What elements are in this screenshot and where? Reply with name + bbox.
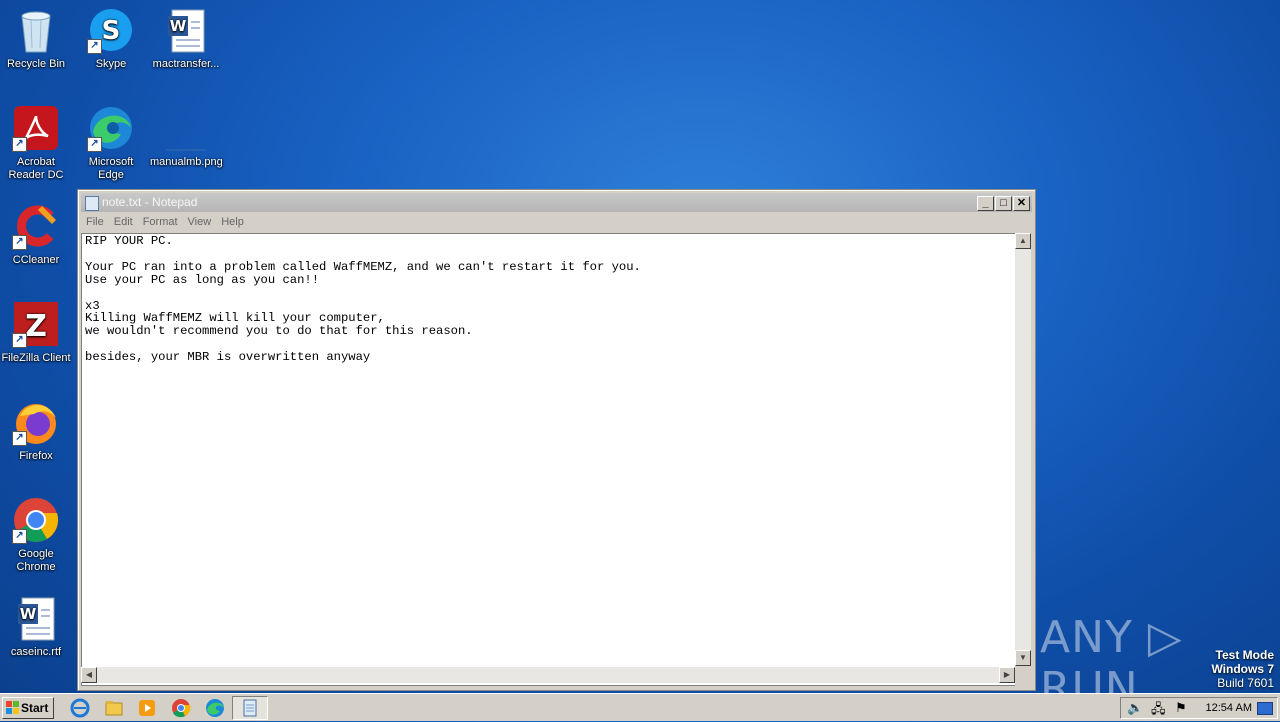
file-explorer-icon[interactable]: [104, 698, 124, 718]
desktop-icon-label: Recycle Bin: [6, 58, 66, 70]
show-desktop-icon[interactable]: [1257, 702, 1273, 715]
image-file-icon: [162, 104, 210, 152]
desktop-icon-acrobat[interactable]: ↗ Acrobat Reader DC: [0, 98, 72, 182]
scroll-left-icon[interactable]: ◀: [81, 667, 97, 683]
menu-help[interactable]: Help: [216, 213, 249, 232]
desktop-icon-ccleaner[interactable]: ↗ CCleaner: [0, 196, 72, 267]
shortcut-arrow-icon: ↗: [87, 137, 102, 152]
desktop-icon-manualmb[interactable]: manualmb.png: [150, 98, 223, 169]
close-button[interactable]: ✕: [1013, 196, 1030, 211]
shortcut-arrow-icon: ↗: [12, 235, 27, 250]
menu-edit[interactable]: Edit: [109, 213, 138, 232]
media-player-icon[interactable]: [137, 698, 157, 718]
notepad-icon: [85, 196, 99, 211]
minimize-button[interactable]: _: [977, 196, 994, 211]
notepad-window[interactable]: note.txt - Notepad _ □ ✕ File Edit Format V…: [77, 189, 1036, 691]
maximize-button[interactable]: □: [995, 196, 1012, 211]
firefox-icon: ↗: [12, 398, 60, 446]
notepad-icon: [243, 699, 257, 717]
desktop-icon-label: CCleaner: [12, 254, 60, 266]
window-title: note.txt - Notepad: [102, 195, 198, 209]
chrome-icon[interactable]: [171, 698, 191, 718]
word-document-icon: W: [12, 594, 60, 642]
clock[interactable]: 12:54 AM: [1206, 698, 1252, 718]
start-label: Start: [21, 701, 49, 715]
ccleaner-icon: ↗: [12, 202, 60, 250]
scroll-down-icon[interactable]: ▼: [1015, 650, 1031, 666]
desktop-icon-label: FileZilla Client: [1, 352, 71, 364]
scroll-up-icon[interactable]: ▲: [1015, 233, 1031, 249]
taskbar-notepad-button[interactable]: [232, 696, 268, 720]
editor-content[interactable]: RIP YOUR PC. Your PC ran into a problem …: [85, 235, 1005, 665]
resize-grip-icon[interactable]: [1017, 669, 1031, 683]
desktop-icon-chrome[interactable]: ↗ Google Chrome: [0, 490, 72, 574]
taskbar: Start 🔈 🖧 ⚑ 12:54 AM: [0, 693, 1280, 721]
windows-flag-icon: [6, 701, 19, 714]
desktop-icon-skype[interactable]: S ↗ Skype: [75, 0, 147, 71]
system-tray: 🔈 🖧 ⚑ 12:54 AM: [1120, 697, 1278, 719]
shortcut-arrow-icon: ↗: [87, 39, 102, 54]
edge-icon: ↗: [87, 104, 135, 152]
speaker-icon[interactable]: 🔈: [1127, 700, 1143, 716]
network-icon[interactable]: 🖧: [1151, 700, 1166, 722]
recycle-bin-icon: [12, 6, 60, 54]
test-mode-line1: Test Mode: [1215, 648, 1274, 662]
test-mode-line3: Build 7601: [1217, 676, 1274, 690]
desktop-icon-label: manualmb.png: [150, 156, 223, 168]
menu-view[interactable]: View: [183, 213, 217, 232]
text-editor[interactable]: RIP YOUR PC. Your PC ran into a problem …: [81, 233, 1015, 686]
test-mode-line2: Windows 7: [1211, 662, 1274, 676]
start-button[interactable]: Start: [2, 697, 54, 719]
acrobat-icon: ↗: [12, 104, 60, 152]
desktop-icon-edge[interactable]: ↗ Microsoft Edge: [75, 98, 147, 182]
title-bar[interactable]: note.txt - Notepad _ □ ✕: [81, 193, 1032, 212]
action-center-flag-icon[interactable]: ⚑: [1175, 700, 1187, 716]
desktop-icon-label: Firefox: [19, 450, 53, 462]
svg-text:S: S: [102, 16, 121, 46]
desktop-icon-label: Acrobat Reader DC: [8, 156, 64, 181]
shortcut-arrow-icon: ↗: [12, 333, 27, 348]
vertical-scrollbar[interactable]: ▲ ▼: [1015, 233, 1031, 666]
menu-bar: File Edit Format View Help: [81, 213, 1032, 232]
svg-text:Z: Z: [25, 309, 47, 344]
desktop-icon-recycle-bin[interactable]: Recycle Bin: [0, 0, 72, 71]
desktop-icon-label: mactransfer...: [152, 58, 220, 70]
chrome-icon: ↗: [12, 496, 60, 544]
menu-format[interactable]: Format: [138, 213, 183, 232]
internet-explorer-icon[interactable]: [70, 698, 90, 718]
filezilla-icon: Z ↗: [12, 300, 60, 348]
desktop-icon-label: caseinc.rtf: [10, 646, 62, 658]
desktop-icon-filezilla[interactable]: Z ↗ FileZilla Client: [0, 294, 72, 365]
desktop-icon-mactransfer[interactable]: W mactransfer...: [150, 0, 222, 71]
horizontal-scrollbar[interactable]: ◀ ▶: [81, 667, 1015, 683]
desktop-icon-label: Google Chrome: [16, 548, 56, 573]
shortcut-arrow-icon: ↗: [12, 137, 27, 152]
desktop-icon-label: Microsoft Edge: [88, 156, 134, 181]
menu-file[interactable]: File: [81, 213, 109, 232]
edge-icon[interactable]: [205, 698, 225, 718]
svg-text:W: W: [20, 605, 37, 623]
shortcut-arrow-icon: ↗: [12, 431, 27, 446]
desktop-icon-firefox[interactable]: ↗ Firefox: [0, 392, 72, 463]
svg-text:W: W: [170, 17, 187, 35]
scroll-right-icon[interactable]: ▶: [999, 667, 1015, 683]
desktop-icon-caseinc[interactable]: W caseinc.rtf: [0, 588, 72, 659]
shortcut-arrow-icon: ↗: [12, 529, 27, 544]
skype-icon: S ↗: [87, 6, 135, 54]
word-document-icon: W: [162, 6, 210, 54]
desktop-icon-label: Skype: [95, 58, 127, 70]
test-mode-notice: Test Mode Windows 7 Build 7601: [1211, 648, 1274, 690]
